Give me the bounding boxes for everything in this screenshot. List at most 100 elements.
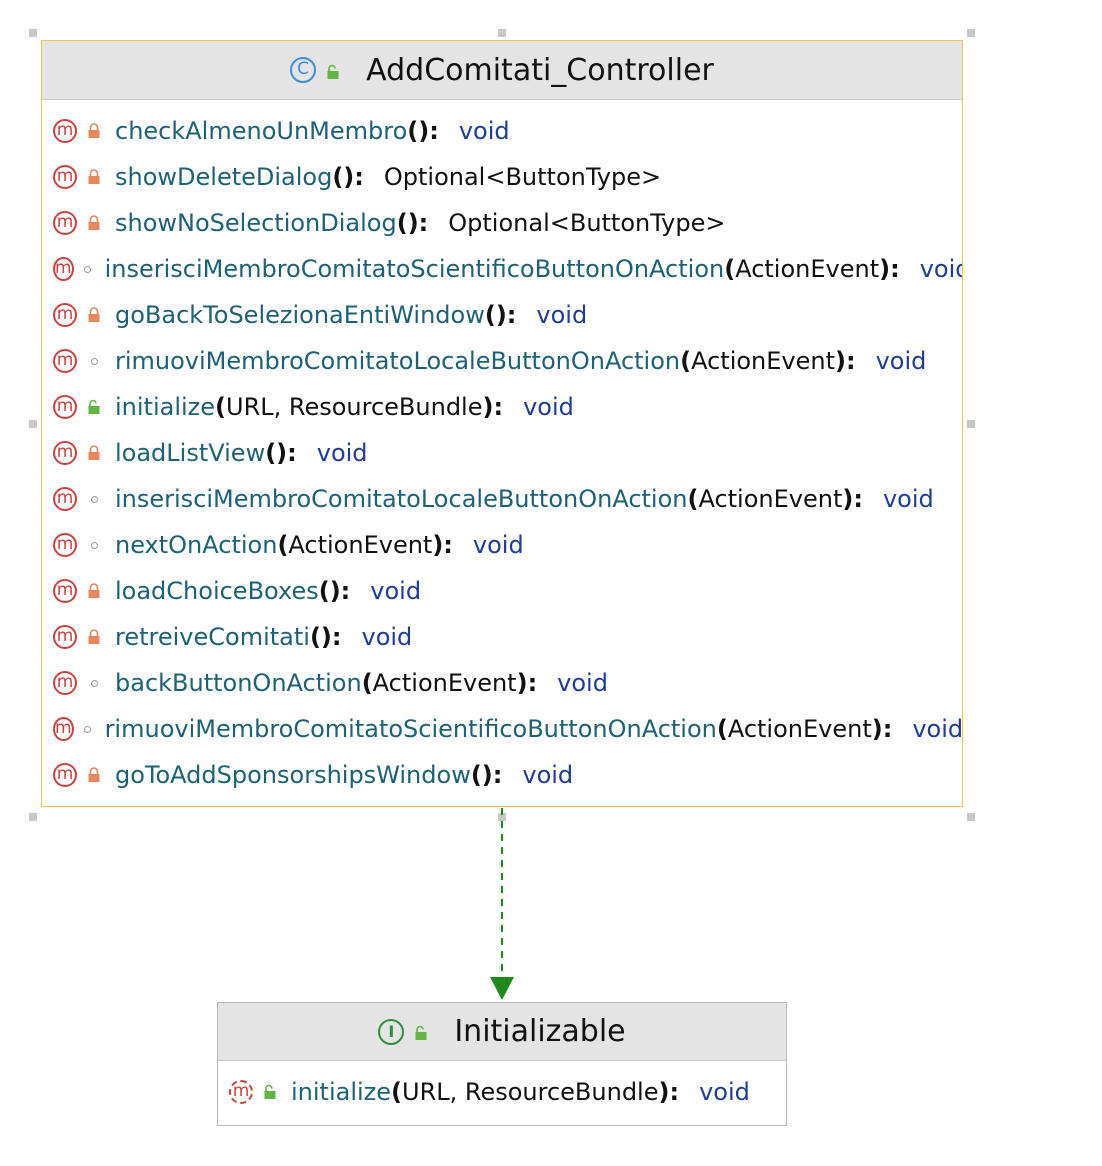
open-paren: ( (396, 209, 408, 237)
arrowhead (490, 977, 514, 1000)
interface-header: I Initializable (218, 1003, 786, 1061)
method-params: ActionEvent (691, 347, 836, 375)
method-name: showDeleteDialog (115, 163, 333, 191)
return-type: void (875, 347, 927, 375)
class-title: AddComitati_Controller (366, 52, 714, 88)
public-unlock-icon (326, 53, 340, 88)
public-unlock-icon (414, 1014, 428, 1049)
method-name: checkAlmenoUnMembro (115, 117, 408, 145)
method-row[interactable]: m initialize(URL, ResourceBundle): void (218, 1061, 786, 1123)
close-paren: ): (658, 1078, 680, 1106)
open-paren: ( (309, 623, 321, 651)
method-row[interactable]: m backButtonOnAction(ActionEvent): void (42, 660, 962, 706)
method-params: ActionEvent (372, 669, 517, 697)
interface-icon: I (378, 1018, 405, 1045)
method-row[interactable]: m inserisciMembroComitatoLocaleButtonOnAc… (42, 476, 962, 522)
return-type: void (316, 439, 368, 467)
method-row[interactable]: m showNoSelectionDialog(): Optional<Button… (42, 200, 962, 246)
method-icon: m (53, 487, 77, 511)
method-params: ActionEvent (698, 485, 843, 513)
method-row[interactable]: m showDeleteDialog(): Optional<ButtonType> (42, 154, 962, 200)
method-params: ActionEvent (735, 255, 880, 283)
open-paren: ( (407, 117, 419, 145)
package-dot-icon (87, 353, 101, 369)
abstract-method-icon: m (229, 1080, 253, 1104)
class-methods: m checkAlmenoUnMembro(): void m showDeleteDi… (42, 100, 962, 798)
open-paren: ( (391, 1078, 402, 1106)
close-paren: ): (879, 255, 900, 283)
open-paren: ( (680, 347, 692, 375)
package-dot-icon (83, 261, 91, 277)
method-icon: m (53, 671, 77, 695)
method-row[interactable]: m loadChoiceBoxes(): void (42, 568, 962, 614)
lock-icon (87, 169, 101, 185)
method-icon: m (53, 579, 77, 603)
class-node[interactable]: C AddComitati_Controller m checkAlmenoUnM… (41, 40, 963, 807)
close-paren: ): (407, 209, 429, 237)
method-icon: m (53, 395, 77, 419)
method-row[interactable]: m initialize(URL, ResourceBundle): void (42, 384, 962, 430)
lock-icon (87, 629, 101, 645)
method-icon: m (53, 211, 77, 235)
method-params: URL, ResourceBundle (402, 1078, 659, 1106)
lock-icon (87, 583, 101, 599)
open-paren: ( (318, 577, 330, 605)
method-name: nextOnAction (115, 531, 278, 559)
method-name: goToAddSponsorshipsWindow (115, 761, 471, 789)
method-row[interactable]: m goToAddSponsorshipsWindow(): void (42, 752, 962, 798)
method-params: ActionEvent (288, 531, 433, 559)
lock-icon (87, 445, 101, 461)
method-icon: m (53, 165, 77, 189)
method-row[interactable]: m rimuoviMembroComitatoLocaleButtonOnActi… (42, 338, 962, 384)
package-dot-icon (87, 537, 101, 553)
method-icon: m (53, 717, 74, 741)
interface-methods: m initialize(URL, ResourceBundle): void (218, 1061, 786, 1123)
method-name: retreiveComitati (115, 623, 310, 651)
method-name: rimuoviMembroComitatoLocaleButtonOnActio… (115, 347, 681, 375)
method-row[interactable]: m nextOnAction(ActionEvent): void (42, 522, 962, 568)
method-name: goBackToSelezionaEntiWindow (115, 301, 485, 329)
class-header: C AddComitati_Controller (42, 41, 962, 100)
return-type: Optional<ButtonType> (448, 209, 726, 237)
close-paren: ): (343, 163, 364, 191)
return-type: void (361, 623, 413, 651)
return-type: void (912, 715, 963, 743)
close-paren: ): (842, 485, 863, 513)
method-row[interactable]: m rimuoviMembroComitatoScientificoButtonO… (42, 706, 962, 752)
method-row[interactable]: m inserisciMembroComitatoScientificoButto… (42, 246, 962, 292)
method-icon: m (53, 441, 77, 465)
method-name: inserisciMembroComitatoScientificoButton… (104, 255, 725, 283)
return-type: void (458, 117, 510, 145)
method-icon: m (53, 119, 77, 143)
method-row[interactable]: m retreiveComitati(): void (42, 614, 962, 660)
open-paren: ( (716, 715, 728, 743)
lock-icon (87, 767, 101, 783)
lock-icon (87, 215, 101, 231)
return-type: void (472, 531, 524, 559)
close-paren: ): (871, 715, 893, 743)
method-params: ActionEvent (727, 715, 872, 743)
open-paren: ( (484, 301, 496, 329)
method-row[interactable]: m checkAlmenoUnMembro(): void (42, 108, 962, 154)
method-name: loadListView (115, 439, 266, 467)
lock-icon (87, 307, 101, 323)
open-paren: ( (470, 761, 482, 789)
method-row[interactable]: m loadListView(): void (42, 430, 962, 476)
method-icon: m (53, 303, 77, 327)
package-dot-icon (83, 721, 91, 737)
method-icon: m (53, 349, 77, 373)
return-type: void (523, 393, 574, 421)
method-row[interactable]: m goBackToSelezionaEntiWindow(): void (42, 292, 962, 338)
close-paren: ): (495, 301, 517, 329)
interface-node[interactable]: I Initializable m initialize(URL, Resourc… (217, 1002, 787, 1126)
lock-icon (87, 123, 101, 139)
close-paren: ): (276, 439, 297, 467)
method-name: backButtonOnAction (115, 669, 362, 697)
return-type: void (919, 255, 962, 283)
return-type: Optional<ButtonType> (383, 163, 662, 191)
return-type: void (370, 577, 422, 605)
method-icon: m (53, 533, 77, 557)
open-paren: ( (332, 163, 344, 191)
method-name: rimuoviMembroComitatoScientificoButtonOn… (104, 715, 717, 743)
open-paren: ( (265, 439, 277, 467)
